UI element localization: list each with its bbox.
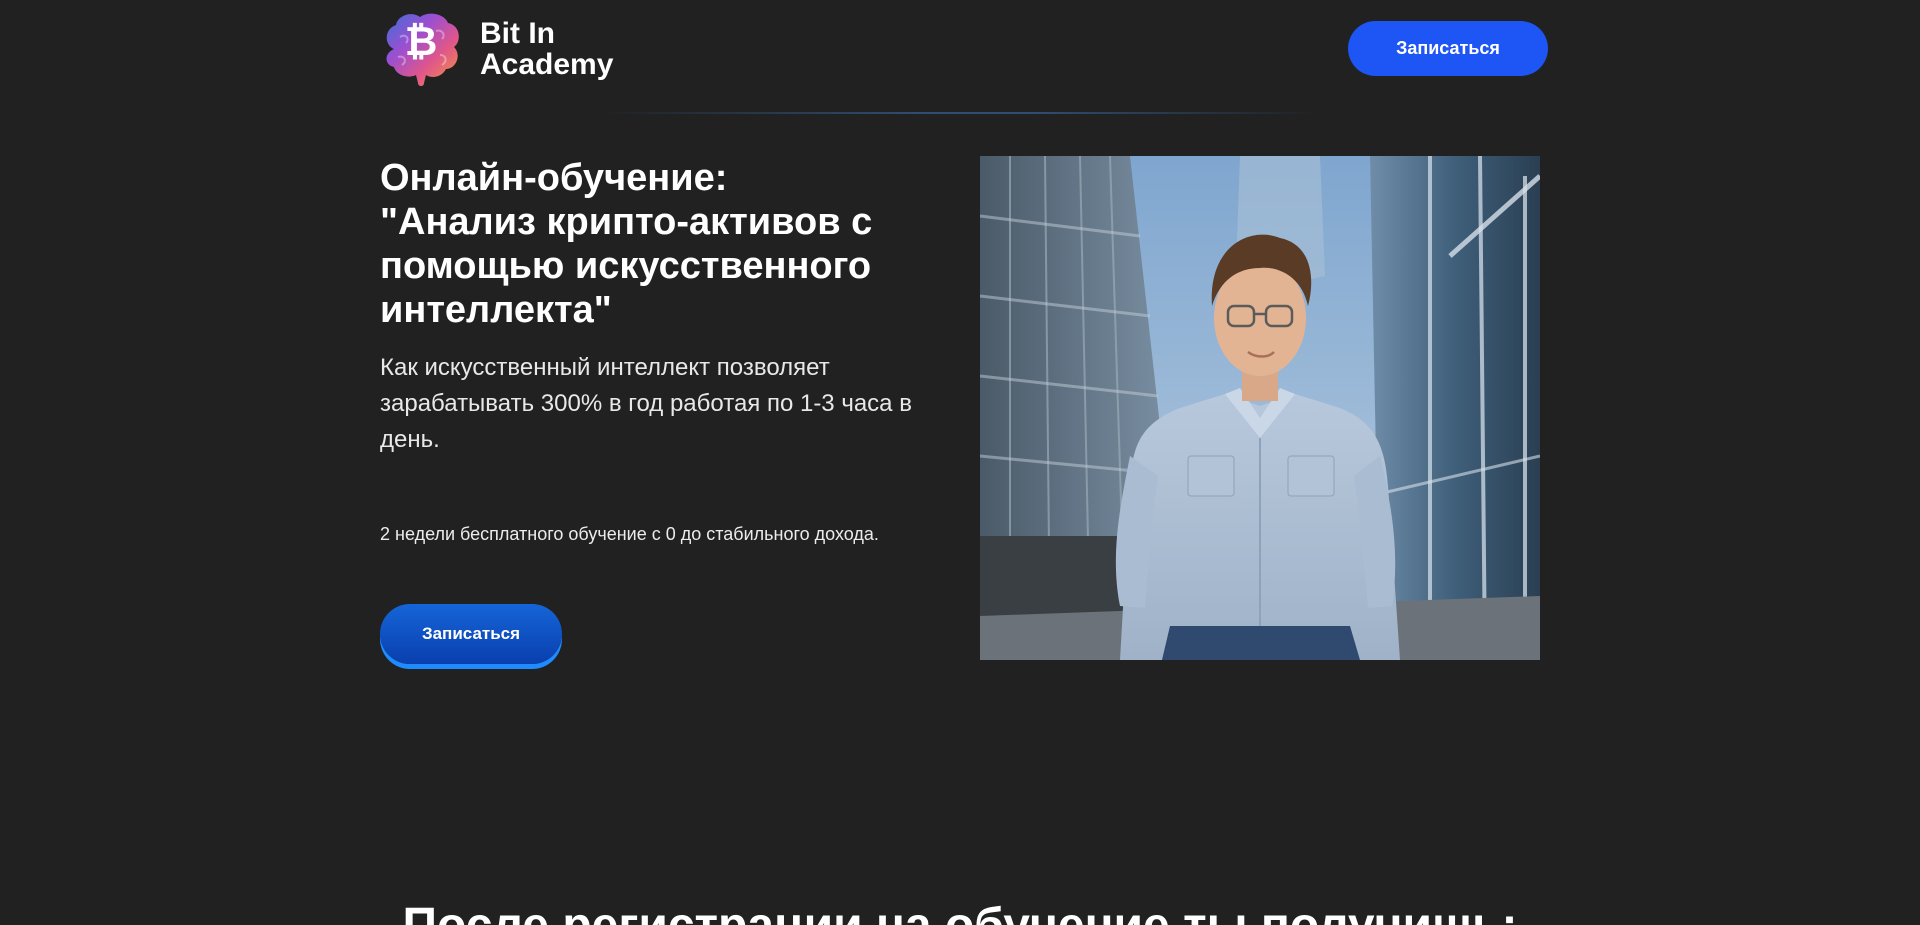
bitcoin-brain-icon: ₿ <box>386 13 459 86</box>
hero-signup-button[interactable]: Записаться <box>380 604 562 664</box>
logo[interactable]: ₿ Bit In Academy <box>380 9 613 89</box>
site-header: ₿ Bit In Academy Записаться <box>380 0 1548 96</box>
hero-photo <box>980 156 1540 660</box>
landing-page: ₿ Bit In Academy Записаться Онлайн-обуче… <box>0 0 1920 925</box>
brand-name: Bit In Academy <box>480 17 614 81</box>
header-divider <box>600 112 1320 114</box>
section-title: После регистрации на обучение ты получиш… <box>0 898 1920 925</box>
hero-lead: Как искусственный интеллект позволяет за… <box>380 354 912 453</box>
hero-content: Онлайн-обучение: "Анализ крипто-активов … <box>380 156 940 664</box>
man-in-shirt-photo <box>980 156 1540 660</box>
hero-title: Онлайн-обучение: "Анализ крипто-активов … <box>380 157 873 331</box>
hero-note: 2 недели бесплатного обучение с 0 до ста… <box>380 524 879 544</box>
header-signup-button[interactable]: Записаться <box>1348 21 1548 76</box>
svg-text:₿: ₿ <box>405 20 438 64</box>
